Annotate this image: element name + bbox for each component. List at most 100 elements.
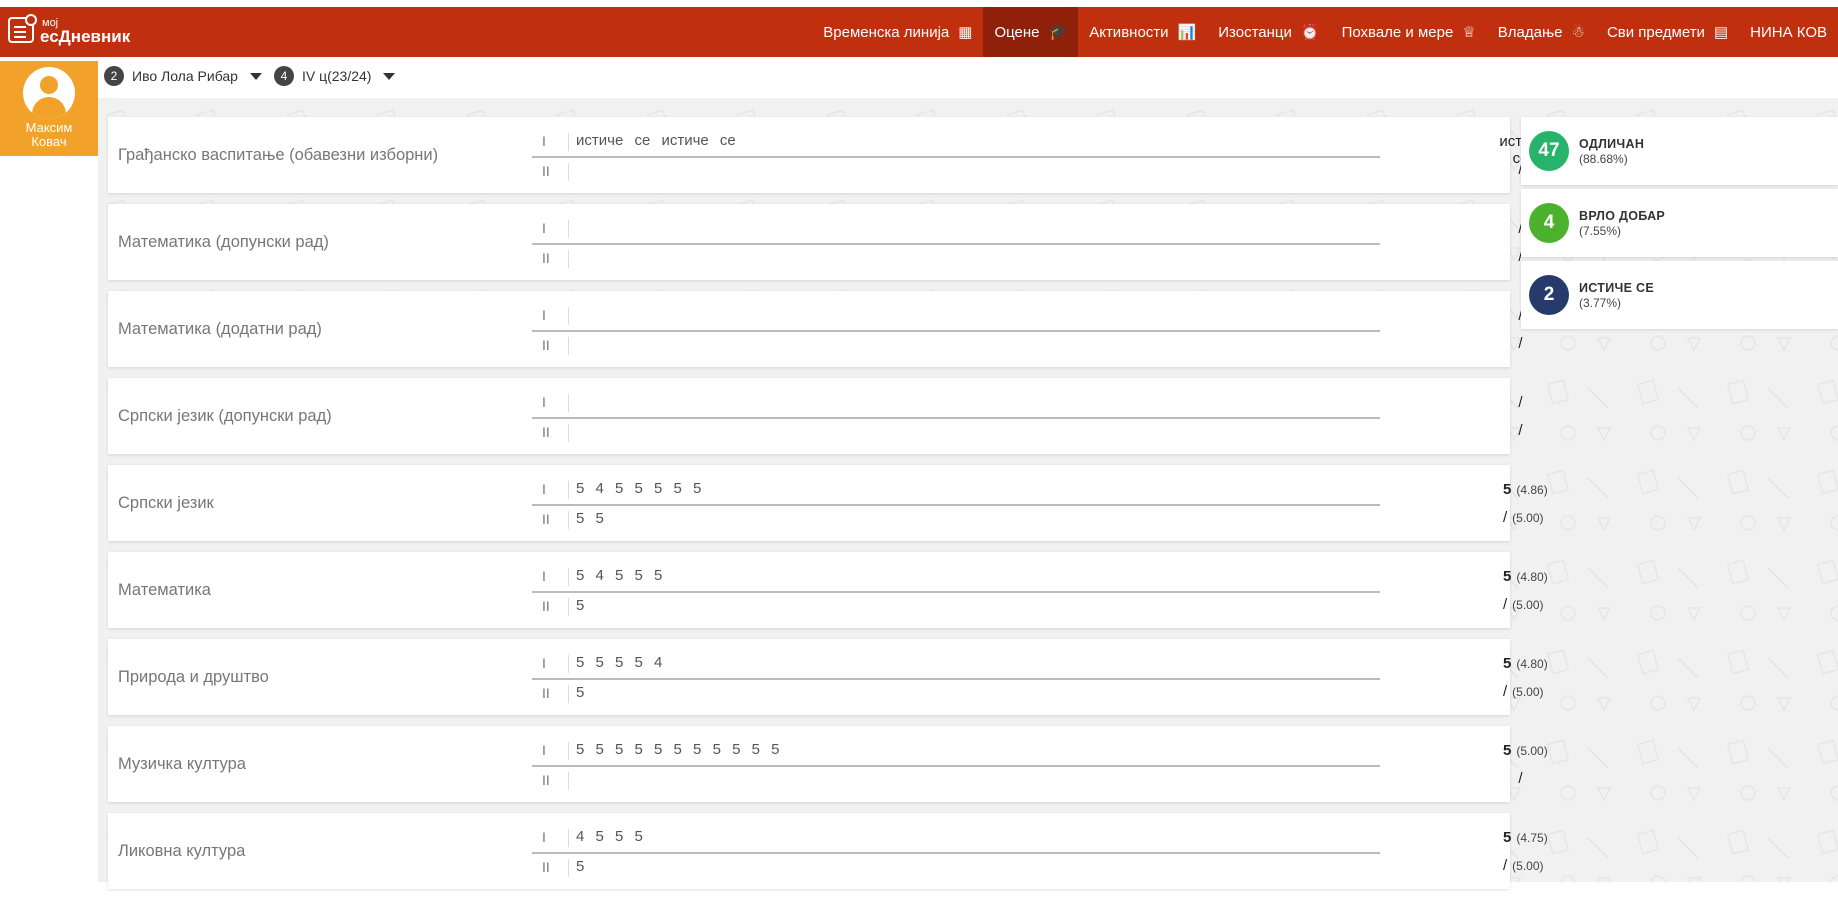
- period-1-grades[interactable]: 5 4 5 5 5: [576, 567, 662, 584]
- period-2-row: II: [532, 332, 1362, 360]
- subject-name: Математика: [118, 580, 211, 599]
- grade-periods: I 5 5 5 5 4 II 5: [532, 650, 1380, 708]
- period-1-grades[interactable]: истиче се истиче се: [576, 132, 736, 149]
- subject-card[interactable]: Математика (додатни рад)III//: [108, 291, 1523, 367]
- grade-periods: Iистиче се истиче се II: [532, 128, 1380, 186]
- period-2-grades[interactable]: 5: [576, 597, 584, 614]
- final-grades: //: [1378, 389, 1528, 445]
- period-2-grades[interactable]: 5: [576, 684, 584, 701]
- grade-count-badge: 4: [1529, 203, 1569, 243]
- period-2-grades[interactable]: 5: [576, 858, 584, 875]
- nav-item-6[interactable]: Сви предмети ▤: [1596, 7, 1739, 57]
- nav-item-4[interactable]: Похвале и мере ♕: [1331, 7, 1487, 57]
- period-1-grades[interactable]: 5 4 5 5 5 5 5: [576, 480, 701, 497]
- grade-stat-card[interactable]: 2 ИСТИЧЕ СЕ (3.77%): [1521, 261, 1838, 329]
- period-2-row: II 5 5: [532, 506, 1362, 534]
- grade-label: ОДЛИЧАН: [1579, 137, 1645, 151]
- class-selector[interactable]: 4 IV ц(23/24): [273, 66, 396, 86]
- subject-card[interactable]: Ликовна култура I 4 5 5 5 II 5 5 (4.75) / (5.00): [108, 813, 1548, 889]
- subject-card[interactable]: Математика (допунски рад)III//: [108, 204, 1523, 280]
- period-divider: [568, 394, 569, 412]
- nav-label: Владање: [1497, 23, 1563, 41]
- period-1-row: I: [532, 215, 1380, 245]
- nav-item-3[interactable]: Изостанци ⏰: [1207, 7, 1330, 57]
- period-label: I: [542, 220, 546, 236]
- grade-stat-card[interactable]: 4 ВРЛО ДОБАР (7.55%): [1521, 189, 1838, 257]
- nav-item-5[interactable]: Владање ☃: [1487, 7, 1596, 57]
- subject-card[interactable]: Музичка култура I 5 5 5 5 5 5 5 5 5 5 5 II 5…: [108, 726, 1548, 802]
- period-divider: [568, 655, 569, 673]
- nav-label: Изостанци: [1218, 23, 1292, 41]
- nav-label: Похвале и мере: [1341, 23, 1454, 41]
- student-profile[interactable]: Максим Ковач: [0, 61, 108, 156]
- period-2-row: II 5: [532, 854, 1362, 882]
- period-1-grades[interactable]: 5 5 5 5 4: [576, 654, 662, 671]
- subject-name: Математика (додатни рад): [118, 319, 322, 338]
- nav-item-7[interactable]: НИНА КОВ: [1739, 7, 1838, 57]
- average-period-1: (4.86): [1516, 483, 1548, 497]
- period-label: II: [542, 250, 550, 266]
- final-grades: 5 (4.80) / (5.00): [1378, 563, 1548, 619]
- caret-down-icon: [383, 72, 396, 80]
- nav-label: Активности: [1089, 23, 1169, 41]
- subject-card[interactable]: Српски језик (допунски рад) I II / /: [108, 378, 1523, 454]
- period-divider: [568, 859, 569, 877]
- period-divider: [568, 685, 569, 703]
- school-selector[interactable]: 2 Иво Лола Рибар: [104, 66, 262, 86]
- period-label: II: [542, 685, 550, 701]
- period-label: I: [542, 568, 546, 584]
- final-grade-period-2: /: [1518, 335, 1523, 352]
- period-label: I: [542, 742, 546, 758]
- period-label: I: [542, 307, 546, 323]
- final-grade-period-2: / (5.00): [1503, 857, 1544, 874]
- alarm-clock-icon: ⏰: [1300, 24, 1320, 41]
- subject-name: Ликовна култура: [118, 841, 246, 860]
- subject-name: Грађанско васпитање (обавезни изборни): [118, 145, 439, 164]
- nav-label: Временска линија: [823, 23, 950, 41]
- subject-card[interactable]: Природа и друштво I 5 5 5 5 4 II 5 5 (4.80) / (5…: [108, 639, 1548, 715]
- grade-periods: I 5 4 5 5 5 5 5 II 5 5: [532, 476, 1380, 534]
- final-grades: //: [1378, 215, 1528, 271]
- person-icon: ☃: [1571, 24, 1585, 41]
- student-first-name: Максим: [25, 120, 73, 135]
- subject-name: Српски језик: [118, 493, 214, 512]
- nav-item-2[interactable]: Активности 📊: [1078, 7, 1207, 57]
- nav-item-0[interactable]: Временска линија ▦: [812, 7, 983, 57]
- subject-card[interactable]: Српски језик I 5 4 5 5 5 5 5 II 5 5 5 (4.86) /(…: [108, 465, 1548, 541]
- period-1-row: I 5 4 5 5 5 5 5: [532, 476, 1380, 506]
- app-logo[interactable]: мој есДневник: [8, 14, 130, 45]
- period-1-grades[interactable]: 5 5 5 5 5 5 5 5 5 5 5: [576, 741, 779, 758]
- final-grade-period-1: 5 (4.75): [1503, 829, 1548, 846]
- period-divider: [568, 424, 569, 442]
- period-divider: [568, 220, 569, 238]
- window-top-strip: [0, 0, 1838, 7]
- final-grade-period-2: /: [1518, 422, 1523, 439]
- subject-name: Српски језик (допунски рад): [118, 406, 332, 425]
- school-name: Иво Лола Рибар: [132, 68, 238, 84]
- period-1-row: Iистиче се истиче се: [532, 128, 1380, 158]
- grade-periods: I II: [532, 302, 1380, 360]
- nav-label: Сви предмети: [1606, 23, 1705, 41]
- main-nav: Временска линија ▦ Оцене 🎓 Активности 📊 Изоста…: [812, 7, 1838, 57]
- period-1-row: I 5 4 5 5 5: [532, 563, 1380, 593]
- subject-card[interactable]: Математика I 5 4 5 5 5 II 5 5 (4.80) / (5.00): [108, 552, 1548, 628]
- period-divider: [568, 133, 569, 151]
- grade-label: ВРЛО ДОБАР: [1579, 209, 1666, 223]
- nav-label: Оцене: [994, 23, 1040, 41]
- avatar: [23, 67, 75, 119]
- nav-item-1[interactable]: Оцене 🎓: [983, 7, 1079, 57]
- subject-name: Музичка култура: [118, 754, 246, 773]
- period-2-grades[interactable]: 5 5: [576, 510, 604, 527]
- final-grades: истиче се/: [1378, 128, 1546, 184]
- average-period-1: (5.00): [1516, 744, 1548, 758]
- period-label: II: [542, 337, 550, 353]
- final-grades: 5 (5.00) /: [1378, 737, 1548, 793]
- grade-stat-card[interactable]: 47 ОДЛИЧАН (88.68%): [1521, 117, 1838, 185]
- period-1-grades[interactable]: 4 5 5 5: [576, 828, 643, 845]
- grade-periods: I II: [532, 389, 1380, 447]
- final-grade-period-2: / (5.00): [1503, 683, 1544, 700]
- period-divider: [568, 337, 569, 355]
- grade-periods: I 4 5 5 5 II 5: [532, 824, 1380, 882]
- school-badge: 2: [104, 66, 124, 86]
- subject-card[interactable]: Грађанско васпитање (обавезни изборни) Iи…: [108, 117, 1547, 193]
